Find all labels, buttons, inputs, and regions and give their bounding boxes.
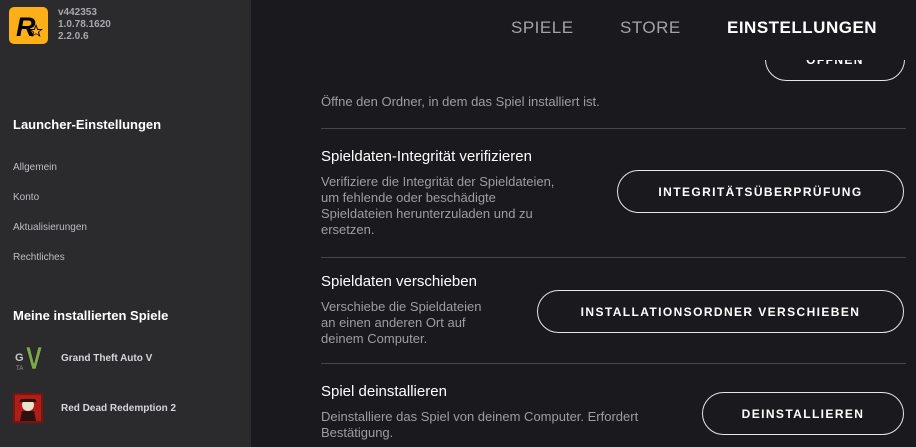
description-line: ersetzen.	[321, 222, 375, 237]
installed-games-title: Meine installierten Spiele	[13, 308, 169, 323]
open-folder-description: Öffne den Ordner, in dem das Spiel insta…	[321, 94, 600, 109]
game-item-gta-v[interactable]: G TA Grand Theft Auto V	[13, 343, 243, 373]
sidebar: R v442353 1.0.78.1620 2.2.0.6 Launcher-E…	[0, 0, 251, 447]
version-line: 1.0.78.1620	[58, 19, 111, 30]
open-folder-button[interactable]: ÖFFNEN	[765, 60, 905, 81]
rockstar-logo-icon: R	[9, 7, 48, 44]
tab-einstellungen[interactable]: EINSTELLUNGEN	[727, 18, 877, 40]
version-line: 2.2.0.6	[58, 31, 89, 42]
version-info: v442353 1.0.78.1620 2.2.0.6	[58, 7, 111, 43]
launcher-settings-title: Launcher-Einstellungen	[13, 117, 162, 132]
move-install-folder-button[interactable]: INSTALLATIONSORDNER VERSCHIEBEN	[537, 290, 904, 333]
svg-text:R: R	[16, 12, 36, 42]
sidebar-item-aktualisierungen[interactable]: Aktualisierungen	[13, 222, 87, 233]
game-item-rdr2[interactable]: Red Dead Redemption 2	[13, 393, 243, 423]
open-folder-row: Öffne den Ordner, in dem das Spiel insta…	[321, 94, 906, 110]
game-name: Grand Theft Auto V	[61, 352, 153, 364]
verify-integrity-button[interactable]: INTEGRITÄTSÜBERPRÜFUNG	[617, 170, 904, 213]
divider	[321, 128, 906, 129]
settings-panel: ÖFFNEN Öffne den Ordner, in dem das Spie…	[251, 60, 916, 447]
game-name: Red Dead Redemption 2	[61, 402, 177, 414]
move-game-title: Spieldaten verschieben	[321, 273, 477, 290]
divider	[321, 257, 906, 258]
rdr2-icon	[13, 393, 43, 423]
sidebar-item-rechtliches[interactable]: Rechtliches	[13, 252, 65, 263]
description-line: deinem Computer.	[321, 331, 428, 346]
svg-text:TA: TA	[16, 366, 23, 372]
tab-store[interactable]: STORE	[620, 18, 681, 40]
uninstall-button[interactable]: DEINSTALLIEREN	[702, 392, 904, 435]
verify-integrity-title: Spieldaten-Integrität verifizieren	[321, 148, 532, 165]
sidebar-item-konto[interactable]: Konto	[13, 192, 39, 203]
svg-text:G: G	[15, 352, 24, 364]
divider	[321, 363, 906, 364]
gta-v-icon: G TA	[13, 343, 43, 373]
tab-spiele[interactable]: SPIELE	[511, 18, 574, 40]
version-line: v442353	[58, 7, 97, 18]
sidebar-item-allgemein[interactable]: Allgemein	[13, 162, 57, 173]
